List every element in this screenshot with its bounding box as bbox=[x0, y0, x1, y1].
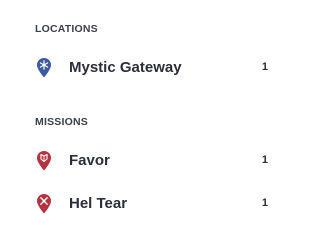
snowflake-pin-icon bbox=[36, 57, 52, 78]
legend-item-favor[interactable]: Favor 1 bbox=[0, 149, 300, 173]
legend-item-count: 1 bbox=[261, 61, 268, 73]
missions-header: MISSIONS bbox=[35, 116, 88, 128]
legend-item-label: Mystic Gateway bbox=[69, 59, 182, 76]
locations-header: LOCATIONS bbox=[35, 23, 98, 35]
legend-item-label: Favor bbox=[69, 152, 110, 169]
mission-pin-icon bbox=[36, 150, 52, 171]
legend-item-count: 1 bbox=[261, 197, 268, 209]
mission-pin-icon bbox=[36, 193, 52, 214]
legend-item-count: 1 bbox=[261, 154, 268, 166]
legend-item-hel-tear[interactable]: Hel Tear 1 bbox=[0, 192, 300, 216]
map-legend-panel: LOCATIONS Mystic Gateway 1 MISSIONS Favo… bbox=[0, 0, 300, 234]
legend-item-mystic-gateway[interactable]: Mystic Gateway 1 bbox=[0, 56, 300, 80]
legend-item-label: Hel Tear bbox=[69, 195, 128, 212]
